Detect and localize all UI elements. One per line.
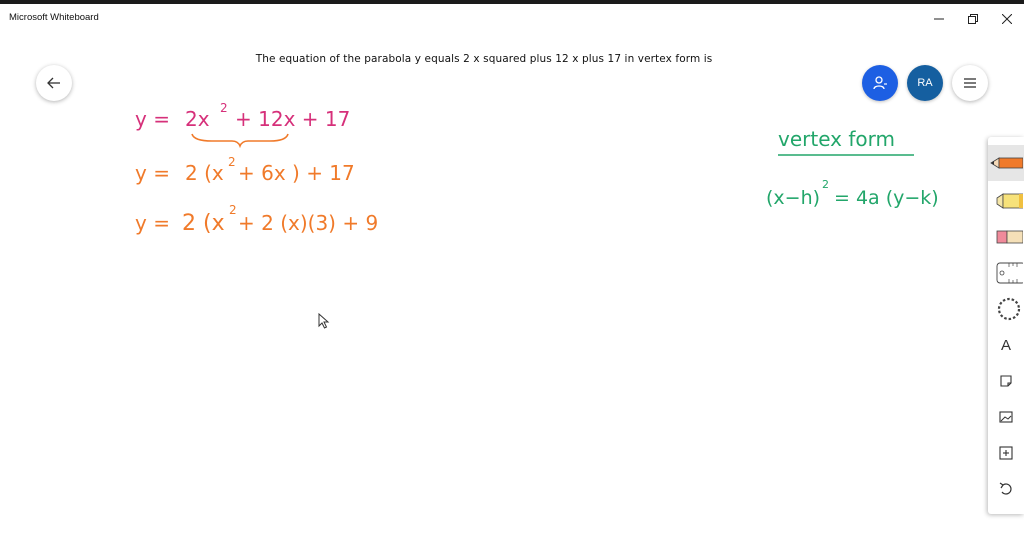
ink-line2-text: 2 (x <box>185 161 224 185</box>
eraser-icon <box>996 230 1023 244</box>
ink-line1-rest: + 12x + 17 <box>235 107 350 131</box>
ink-line-2: y = 2 (x 2 + 6x ) + 17 <box>135 155 355 185</box>
eraser-tool[interactable] <box>988 219 1024 255</box>
ruler-icon <box>996 262 1023 284</box>
ink-line1-term: 2x <box>185 107 210 131</box>
highlighter-tool[interactable] <box>988 183 1024 219</box>
inking-toolbar: A <box>988 137 1024 514</box>
vertex-formula-exponent: 2 <box>822 178 829 191</box>
highlighter-icon <box>996 193 1023 209</box>
ruler-tool[interactable] <box>988 255 1024 291</box>
ink-line3-lhs: y = <box>135 211 170 235</box>
lasso-icon <box>997 297 1021 321</box>
undo-tool[interactable] <box>988 471 1024 507</box>
ink-line3-rest: + 2 (x)(3) + 9 <box>238 211 378 235</box>
ink-line2-exponent: 2 <box>228 155 236 169</box>
ink-line2-rest: + 6x ) + 17 <box>238 161 355 185</box>
ink-line-3: y = 2 (x 2 + 2 (x)(3) + 9 <box>135 203 378 236</box>
ink-line3-exponent: 2 <box>229 203 237 217</box>
ink-line1-exponent: 2 <box>220 101 228 115</box>
text-tool[interactable]: A <box>988 327 1024 363</box>
vertex-formula-rhs: = 4a (y−k) <box>834 187 939 209</box>
vertex-form-note: vertex form (x−h) 2 = 4a (y−k) <box>766 127 939 209</box>
pen-tool[interactable] <box>988 145 1024 181</box>
mouse-pointer-icon <box>318 312 330 329</box>
ink-line2-lhs: y = <box>135 161 170 185</box>
vertex-formula-lhs: (x−h) <box>766 187 820 209</box>
lasso-tool[interactable] <box>988 291 1024 327</box>
vertex-form-title: vertex form <box>778 127 895 151</box>
pen-icon <box>990 157 1023 169</box>
sticky-note-icon <box>1000 375 1012 387</box>
add-tool[interactable] <box>988 435 1024 471</box>
ink-line3-text: 2 (x <box>182 211 225 236</box>
sticky-note-tool[interactable] <box>988 363 1024 399</box>
image-tool[interactable] <box>988 399 1024 435</box>
undo-icon <box>999 482 1012 495</box>
ink-line1-lhs: y = <box>135 107 170 131</box>
image-icon <box>999 411 1013 423</box>
add-icon <box>999 446 1013 460</box>
ink-line-1: y = 2x 2 + 12x + 17 <box>135 101 350 131</box>
underbrace-stroke <box>191 133 289 149</box>
mouse-pointer <box>318 312 330 334</box>
whiteboard-canvas[interactable]: y = 2x 2 + 12x + 17 y = 2 (x 2 + 6x ) + … <box>0 0 1024 550</box>
